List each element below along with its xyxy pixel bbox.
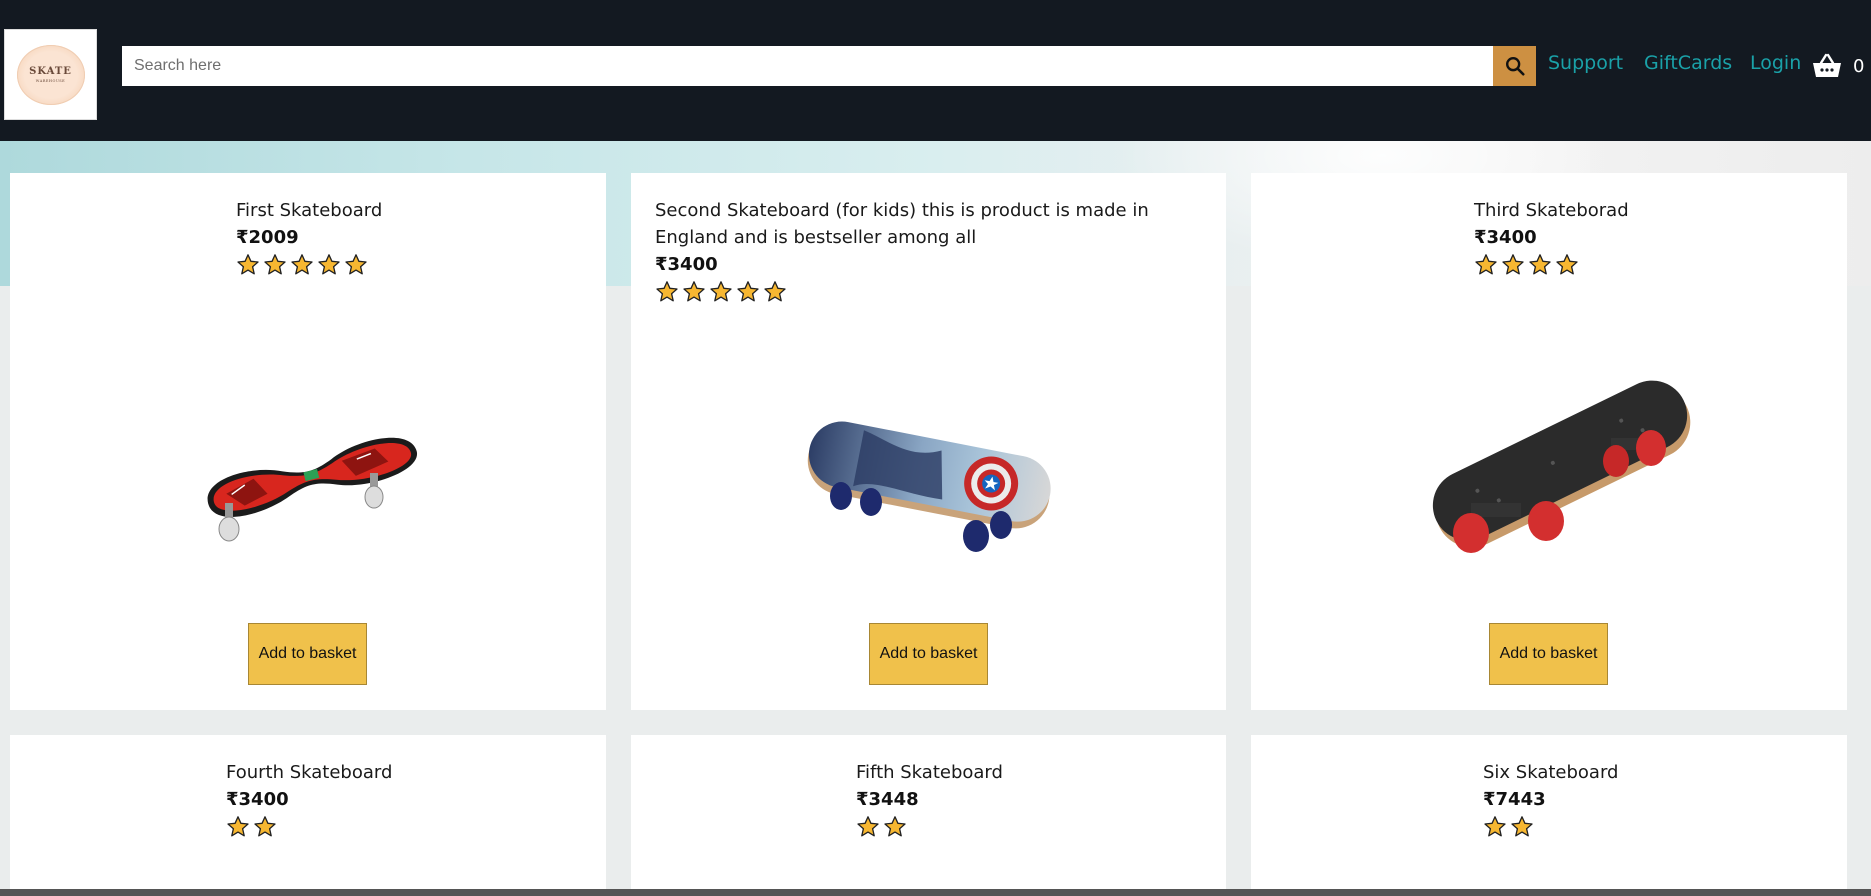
star-icon — [764, 281, 786, 302]
search-button[interactable] — [1493, 46, 1536, 86]
product-rating — [236, 252, 596, 278]
product-price: ₹3400 — [655, 254, 718, 275]
search-icon — [1505, 57, 1525, 76]
basket-button[interactable] — [1812, 52, 1842, 80]
product-card: Fifth Skateboard ₹3448 — [631, 735, 1226, 896]
logo-text: SKATE — [29, 66, 72, 77]
logo-badge: SKATE WAREHOUSE — [16, 44, 85, 105]
product-title: Six Skateboard — [1483, 762, 1619, 783]
product-price: ₹3400 — [226, 789, 289, 810]
star-icon — [318, 254, 340, 275]
product-card: Six Skateboard ₹7443 — [1251, 735, 1847, 896]
product-info: Third Skateborad ₹3400 — [1474, 197, 1834, 278]
add-to-basket-button[interactable]: Add to basket — [869, 623, 988, 685]
search-input[interactable] — [122, 46, 1493, 86]
product-card: First Skateboard ₹2009 Add to basket — [10, 173, 606, 710]
red-caster-board-image — [207, 437, 417, 542]
star-icon — [1556, 254, 1578, 275]
product-title: Fifth Skateboard — [856, 762, 1003, 783]
product-rating — [226, 814, 586, 840]
star-icon — [1511, 816, 1533, 837]
product-rating — [655, 279, 1195, 305]
product-rating — [856, 814, 1196, 840]
product-title: Second Skateboard (for kids) this is pro… — [655, 200, 1149, 248]
logo-subtext: WAREHOUSE — [35, 79, 66, 83]
logo[interactable]: SKATE WAREHOUSE — [4, 29, 97, 120]
product-title: First Skateboard — [236, 200, 383, 221]
star-icon — [254, 816, 276, 837]
star-icon — [1529, 254, 1551, 275]
product-rating — [1474, 252, 1834, 278]
nav-support-link[interactable]: Support — [1548, 52, 1623, 80]
star-icon — [683, 281, 705, 302]
product-info: Six Skateboard ₹7443 — [1483, 759, 1823, 840]
star-icon — [264, 254, 286, 275]
star-icon — [857, 816, 879, 837]
add-to-basket-button[interactable]: Add to basket — [248, 623, 367, 685]
product-price: ₹7443 — [1483, 789, 1546, 810]
product-image[interactable] — [180, 398, 440, 558]
product-title: Fourth Skateboard — [226, 762, 393, 783]
star-icon — [737, 281, 759, 302]
product-info: Fourth Skateboard ₹3400 — [226, 759, 586, 840]
product-info: First Skateboard ₹2009 — [236, 197, 596, 278]
product-rating — [1483, 814, 1823, 840]
star-icon — [227, 816, 249, 837]
star-icon — [656, 281, 678, 302]
product-image[interactable] — [1411, 353, 1701, 563]
star-icon — [237, 254, 259, 275]
product-info: Second Skateboard (for kids) this is pro… — [655, 197, 1195, 305]
captain-america-skateboard-image — [807, 421, 1051, 552]
nav-giftcards-link[interactable]: GiftCards — [1644, 52, 1732, 80]
star-icon — [291, 254, 313, 275]
header: SKATE WAREHOUSE Support GiftCards Login … — [0, 0, 1871, 141]
star-icon — [884, 816, 906, 837]
bottom-scrollbar[interactable] — [0, 889, 1871, 896]
star-icon — [1475, 254, 1497, 275]
star-icon — [345, 254, 367, 275]
product-card: Fourth Skateboard ₹3400 — [10, 735, 606, 896]
star-icon — [710, 281, 732, 302]
basket-count: 0 — [1853, 56, 1865, 77]
black-skateboard-image — [1432, 380, 1691, 553]
basket-icon — [1813, 53, 1841, 77]
star-icon — [1502, 254, 1524, 275]
product-price: ₹2009 — [236, 227, 299, 248]
star-icon — [1484, 816, 1506, 837]
add-to-basket-button[interactable]: Add to basket — [1489, 623, 1608, 685]
product-title: Third Skateborad — [1474, 200, 1629, 221]
product-image[interactable] — [781, 378, 1071, 578]
product-card: Second Skateboard (for kids) this is pro… — [631, 173, 1226, 710]
product-info: Fifth Skateboard ₹3448 — [856, 759, 1196, 840]
product-card: Third Skateborad ₹3400 Add to basket — [1251, 173, 1847, 710]
product-price: ₹3400 — [1474, 227, 1537, 248]
nav-login-link[interactable]: Login — [1750, 52, 1801, 80]
product-price: ₹3448 — [856, 789, 919, 810]
